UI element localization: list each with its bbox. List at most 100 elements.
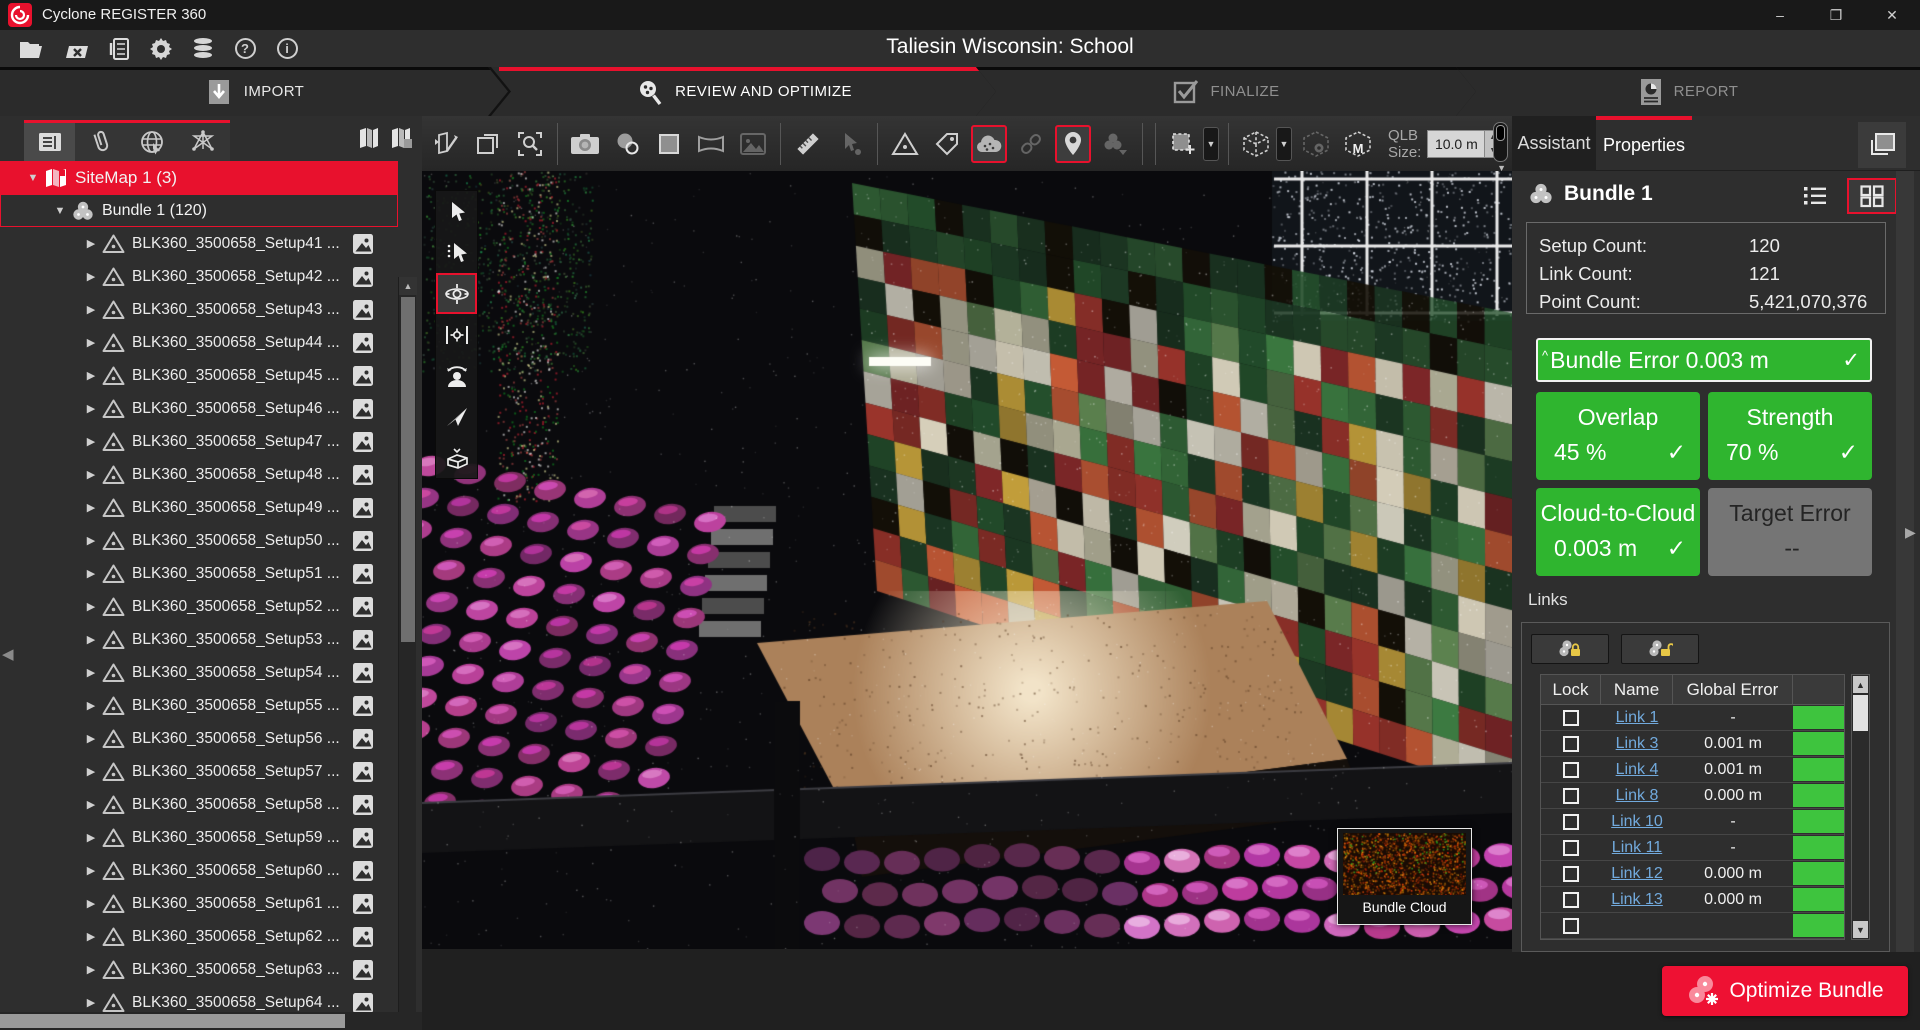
expand-icon[interactable]: ▶ xyxy=(84,369,98,382)
lock-checkbox[interactable] xyxy=(1563,866,1579,882)
link-name[interactable]: Link 10 xyxy=(1611,813,1663,830)
orbit-tool-button[interactable] xyxy=(436,273,477,314)
expand-icon[interactable]: ▶ xyxy=(84,567,98,580)
help-button[interactable]: ? xyxy=(226,34,264,63)
expand-icon[interactable]: ▶ xyxy=(84,402,98,415)
image-icon[interactable] xyxy=(352,398,374,420)
tree-setup-row[interactable]: ▶ BLK360_3500658_Setup52 ... xyxy=(0,590,398,623)
look-around-button[interactable] xyxy=(436,355,477,396)
viewport-3d[interactable]: Bundle Cloud xyxy=(422,171,1512,949)
setup-pin-button[interactable] xyxy=(1055,125,1091,163)
collapse-icon[interactable]: ▼ xyxy=(26,172,40,184)
cloud-to-cloud-tile[interactable]: Cloud-to-Cloud 0.003 m✓ xyxy=(1536,488,1700,576)
link-table-row[interactable]: Link 13 0.000 m xyxy=(1541,887,1844,913)
expand-icon[interactable]: ▶ xyxy=(84,996,98,1009)
scroll-thumb[interactable] xyxy=(0,1014,345,1028)
lock-checkbox[interactable] xyxy=(1563,762,1579,778)
open-project-button[interactable] xyxy=(12,34,50,63)
expand-icon[interactable]: ▶ xyxy=(84,336,98,349)
panel-layout-button[interactable] xyxy=(1858,122,1906,168)
lock-checkbox[interactable] xyxy=(1563,814,1579,830)
point-size-slider[interactable] xyxy=(1493,122,1508,162)
tree-setup-row[interactable]: ▶ BLK360_3500658_Setup63 ... xyxy=(0,953,398,986)
qlb-size-spinner[interactable]: 10.0 m ▲▼ xyxy=(1427,130,1501,158)
tree-setup-row[interactable]: ▶ BLK360_3500658_Setup57 ... xyxy=(0,755,398,788)
tree-setup-row[interactable]: ▶ BLK360_3500658_Setup49 ... xyxy=(0,491,398,524)
unlock-links-button[interactable] xyxy=(1621,634,1699,664)
bundle-cloud-thumbnail[interactable]: Bundle Cloud xyxy=(1337,828,1472,925)
lock-links-button[interactable] xyxy=(1531,634,1609,664)
image-icon[interactable] xyxy=(352,431,374,453)
constrained-orbit-button[interactable] xyxy=(436,314,477,355)
view-cube-dropdown[interactable]: ▼ xyxy=(1276,127,1292,161)
expand-icon[interactable]: ▶ xyxy=(84,468,98,481)
tree-setup-row[interactable]: ▶ BLK360_3500658_Setup44 ... xyxy=(0,326,398,359)
image-view-button[interactable] xyxy=(735,125,771,163)
cube-visibility-button[interactable] xyxy=(1298,125,1334,163)
fill-selection-button[interactable] xyxy=(651,125,687,163)
expand-icon[interactable]: ▶ xyxy=(84,930,98,943)
panel-expand-icon[interactable]: ▶ xyxy=(1905,524,1916,541)
link-table-row[interactable]: Link 10 - xyxy=(1541,809,1844,835)
link-name[interactable]: Link 12 xyxy=(1611,865,1663,882)
image-icon[interactable] xyxy=(352,464,374,486)
image-icon[interactable] xyxy=(352,596,374,618)
minimize-button[interactable]: – xyxy=(1752,0,1808,30)
image-icon[interactable] xyxy=(352,563,374,585)
image-icon[interactable] xyxy=(352,728,374,750)
qlb-size-value[interactable]: 10.0 m xyxy=(1428,136,1484,152)
tree-setup-row[interactable]: ▶ BLK360_3500658_Setup45 ... xyxy=(0,359,398,392)
maximize-button[interactable]: ❐ xyxy=(1808,0,1864,30)
image-icon[interactable] xyxy=(352,794,374,816)
tab-assistant[interactable]: Assistant xyxy=(1512,116,1596,171)
image-icon[interactable] xyxy=(352,860,374,882)
cube-model-button[interactable]: M xyxy=(1340,125,1376,163)
link-name[interactable]: Link 13 xyxy=(1611,891,1663,908)
tree-setup-row[interactable]: ▶ BLK360_3500658_Setup60 ... xyxy=(0,854,398,887)
tree-vertical-scrollbar[interactable]: ▲ ▼ xyxy=(398,277,416,1030)
tree-setup-row[interactable]: ▶ BLK360_3500658_Setup61 ... xyxy=(0,887,398,920)
project-manager-button[interactable] xyxy=(100,34,138,63)
tree-setup-row[interactable]: ▶ BLK360_3500658_Setup62 ... xyxy=(0,920,398,953)
bundle-menu-button[interactable] xyxy=(1097,125,1133,163)
expand-icon[interactable]: ▶ xyxy=(84,798,98,811)
link-table-row[interactable]: Link 1 - xyxy=(1541,705,1844,731)
expand-icon[interactable]: ▶ xyxy=(84,864,98,877)
tab-review-and-optimize[interactable]: REVIEW AND OPTIMIZE xyxy=(491,67,996,116)
targets-button[interactable] xyxy=(887,125,923,163)
lock-checkbox[interactable] xyxy=(1563,788,1579,804)
image-icon[interactable] xyxy=(352,233,374,255)
close-project-button[interactable] xyxy=(58,34,96,63)
image-icon[interactable] xyxy=(352,992,374,1014)
tab-project-tree[interactable] xyxy=(24,123,75,161)
selection-mode-button[interactable] xyxy=(1165,125,1201,163)
expand-icon[interactable]: ▶ xyxy=(84,303,98,316)
optimize-bundle-button[interactable]: Optimize Bundle xyxy=(1662,966,1908,1016)
tree-setup-row[interactable]: ▶ BLK360_3500658_Setup42 ... xyxy=(0,260,398,293)
link-name[interactable]: Link 4 xyxy=(1616,761,1659,778)
tree-setup-row[interactable]: ▶ BLK360_3500658_Setup55 ... xyxy=(0,689,398,722)
tree-setup-row[interactable]: ▶ BLK360_3500658_Setup50 ... xyxy=(0,524,398,557)
tree-setup-row[interactable]: ▶ BLK360_3500658_Setup47 ... xyxy=(0,425,398,458)
sitemap-book-icon-2[interactable] xyxy=(388,124,414,154)
lock-checkbox[interactable] xyxy=(1563,736,1579,752)
fly-tool-button[interactable] xyxy=(436,396,477,437)
link-name[interactable]: Link 11 xyxy=(1612,839,1662,856)
overlap-tile[interactable]: Overlap 45 %✓ xyxy=(1536,392,1700,480)
expand-icon[interactable]: ▶ xyxy=(84,600,98,613)
expand-icon[interactable]: ▶ xyxy=(84,633,98,646)
image-icon[interactable] xyxy=(352,365,374,387)
tree-setup-row[interactable]: ▶ BLK360_3500658_Setup56 ... xyxy=(0,722,398,755)
screenshot-camera-button[interactable] xyxy=(567,125,603,163)
scroll-down-icon[interactable]: ▼ xyxy=(1853,921,1868,938)
image-icon[interactable] xyxy=(352,761,374,783)
link-name[interactable]: Link 3 xyxy=(1616,735,1659,752)
lock-checkbox[interactable] xyxy=(1563,840,1579,856)
storage-database-icon[interactable] xyxy=(184,34,222,63)
expand-icon[interactable]: ▶ xyxy=(84,897,98,910)
tree-setup-row[interactable]: ▶ BLK360_3500658_Setup48 ... xyxy=(0,458,398,491)
point-cloud-toggle-button[interactable] xyxy=(971,125,1007,163)
expand-icon[interactable]: ▶ xyxy=(84,666,98,679)
target-error-tile[interactable]: Target Error -- xyxy=(1708,488,1872,576)
tree-setup-row[interactable]: ▶ BLK360_3500658_Setup53 ... xyxy=(0,623,398,656)
